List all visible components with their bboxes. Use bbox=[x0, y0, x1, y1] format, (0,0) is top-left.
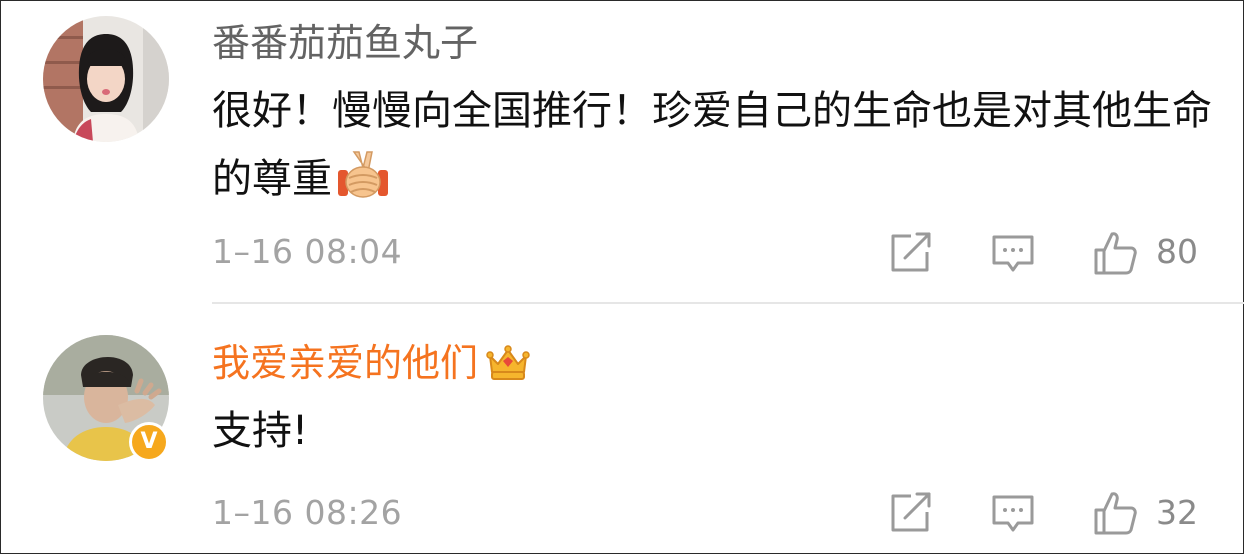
victory-handshake-emoji-icon bbox=[334, 148, 392, 221]
reply-button[interactable] bbox=[990, 490, 1036, 536]
like-button[interactable] bbox=[1092, 490, 1138, 536]
reply-button[interactable] bbox=[990, 230, 1036, 276]
comment-time: 1–16 08:26 bbox=[212, 493, 403, 532]
share-button[interactable] bbox=[887, 230, 933, 276]
like-count: 32 bbox=[1156, 493, 1198, 532]
share-icon bbox=[891, 232, 931, 272]
comment-text: 很好！慢慢向全国推行！珍爱自己的生命也是对其他生命的尊重 bbox=[212, 77, 1222, 221]
comment-bubble-icon bbox=[992, 495, 1034, 532]
thumbs-up-icon bbox=[1094, 232, 1137, 275]
share-icon bbox=[891, 492, 931, 532]
comment-item: 番番茄茄鱼丸子 很好！慢慢向全国推行！珍爱自己的生命也是对其他生命的尊重 1–1… bbox=[0, 0, 1244, 304]
share-button[interactable] bbox=[887, 490, 933, 536]
comment-bubble-icon bbox=[992, 235, 1034, 272]
comment-time: 1–16 08:04 bbox=[212, 232, 403, 271]
comment-item: V 我爱亲爱的他们 支持! 1–16 08:26 32 bbox=[0, 303, 1244, 554]
comment-text: 支持! bbox=[212, 397, 1222, 465]
thumbs-up-icon bbox=[1094, 492, 1137, 535]
like-count: 80 bbox=[1156, 232, 1198, 271]
username-text[interactable]: 我爱亲爱的他们 bbox=[212, 341, 478, 385]
avatar-image-girl bbox=[43, 16, 169, 142]
username[interactable]: 我爱亲爱的他们 bbox=[212, 340, 530, 392]
comment-text-content: 支持! bbox=[212, 408, 309, 454]
verified-badge: V bbox=[129, 422, 169, 462]
like-button[interactable] bbox=[1092, 230, 1138, 276]
username-text[interactable]: 番番茄茄鱼丸子 bbox=[212, 21, 478, 65]
crown-badge-icon bbox=[486, 342, 530, 392]
avatar[interactable] bbox=[43, 16, 169, 142]
username[interactable]: 番番茄茄鱼丸子 bbox=[212, 20, 478, 66]
